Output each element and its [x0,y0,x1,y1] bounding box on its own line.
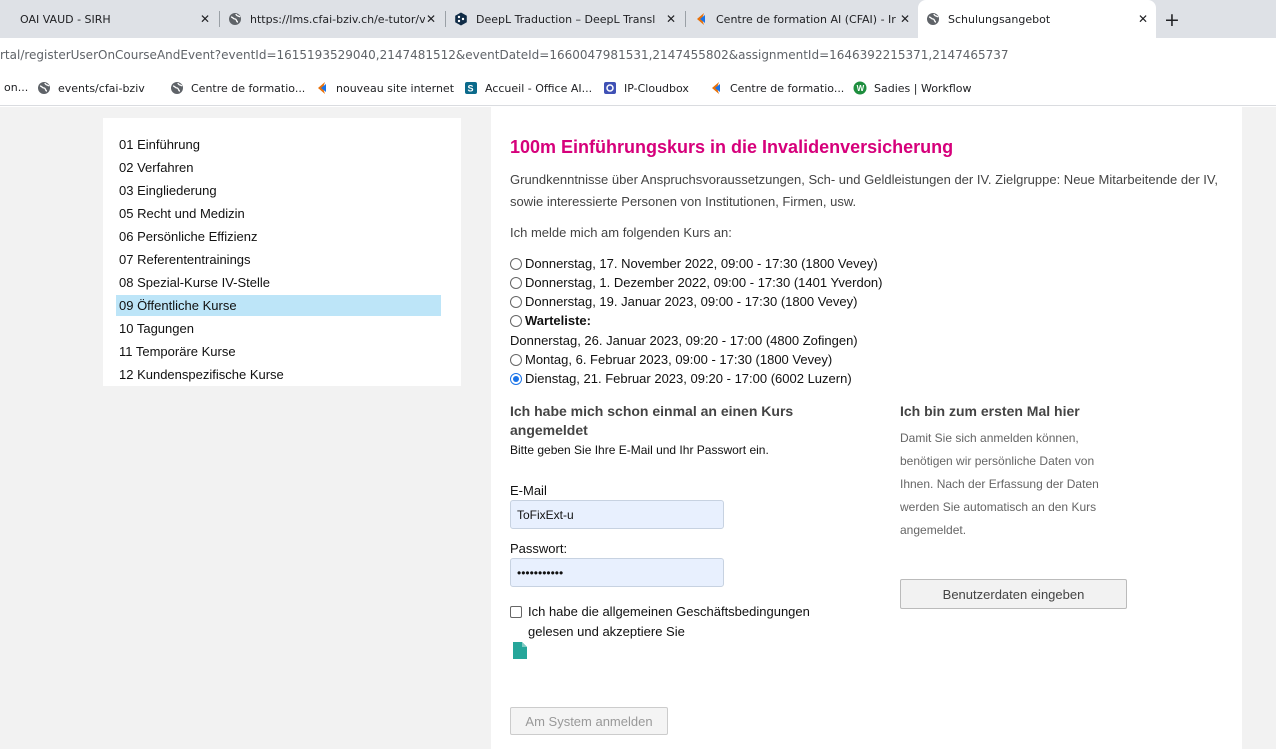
sharepoint-icon: S [465,82,477,94]
browser-tab-bar: OAI VAUD - SIRH ✕ https://lms.cfai-bziv.… [0,0,1276,38]
enter-user-data-button[interactable]: Benutzerdaten eingeben [900,579,1127,609]
close-icon[interactable]: ✕ [200,12,210,26]
bookmark-item[interactable]: Centre de formatio... [170,81,305,95]
cfai-logo-icon [697,13,705,25]
date-option-label: Donnerstag, 19. Januar 2023, 09:00 - 17:… [525,294,858,309]
address-bar[interactable]: rtal/registerUserOnCourseAndEvent?eventI… [0,38,1276,72]
login-instructions: Bitte geben Sie Ihre E-Mail und Ihr Pass… [510,443,769,457]
sidebar-item[interactable]: 06 Persönliche Effizienz [116,226,441,247]
date-option-label: Montag, 6. Februar 2023, 09:00 - 17:30 (… [525,352,833,367]
sidebar-item[interactable]: 08 Spezial-Kurse IV-Stelle [116,272,441,293]
new-tab-button[interactable]: + [1164,9,1180,31]
svg-text:S: S [468,84,474,94]
tab-title: https://lms.cfai-bziv.ch/e-tutor/v [250,12,425,26]
sidebar-item[interactable]: 11 Temporäre Kurse [116,341,441,362]
bookmark-item[interactable]: on... [4,81,28,94]
close-icon[interactable]: ✕ [426,12,436,26]
bookmark-item[interactable]: nouveau site internet [315,81,454,95]
radio-button[interactable] [510,295,522,308]
tab-title: DeepL Traduction – DeepL Transl [476,12,656,26]
bookmark-label: Sadies | Workflow [874,81,972,95]
svg-text:W: W [857,84,865,93]
close-icon[interactable]: ✕ [1138,12,1148,26]
sidebar-item[interactable]: 01 Einführung [116,134,441,155]
sidebar-item[interactable]: 03 Eingliederung [116,180,441,201]
password-field[interactable] [510,558,724,587]
radio-button[interactable] [510,353,522,366]
date-option[interactable]: Donnerstag, 17. November 2022, 09:00 - 1… [510,256,878,271]
tab-deepl[interactable]: DeepL Traduction – DeepL Transl ✕ [446,0,684,38]
sidebar-item[interactable]: 02 Verfahren [116,157,441,178]
bookmark-item[interactable]: S Accueil - Office AI... [464,81,592,95]
terms-checkbox[interactable] [510,606,522,618]
cfai-logo-icon [318,82,326,94]
date-option-label: Donnerstag, 1. Dezember 2022, 09:00 - 17… [525,275,883,290]
category-sidebar: 01 Einführung 02 Verfahren 03 Einglieder… [103,118,461,386]
register-heading: Ich bin zum ersten Mal hier [900,403,1080,419]
radio-button-checked[interactable] [510,372,522,385]
cfai-logo-icon [712,82,720,94]
password-label: Passwort: [510,541,568,556]
globe-icon [38,82,50,94]
course-title: 100m Einführungskurs in die Invalidenver… [510,137,954,157]
tab-title: Schulungsangebot [948,12,1051,26]
page-background: 01 Einführung 02 Verfahren 03 Einglieder… [0,107,1276,749]
date-option[interactable]: Donnerstag, 1. Dezember 2022, 09:00 - 17… [510,275,883,290]
bookmark-label: Centre de formatio... [730,81,845,95]
url-text[interactable]: rtal/registerUserOnCourseAndEvent?eventI… [0,48,1009,62]
waitlist-label: Warteliste: [525,313,591,328]
close-icon[interactable]: ✕ [900,12,910,26]
course-panel: 100m Einführungskurs in die Invalidenver… [491,107,1242,749]
sadies-icon: W [853,81,867,95]
bookmark-label: IP-Cloudbox [624,81,689,95]
bookmark-item[interactable]: IP-Cloudbox [603,81,689,95]
bookmark-item[interactable]: events/cfai-bziv [37,81,145,95]
login-submit-button[interactable]: Am System anmelden [510,707,668,735]
cloudbox-icon [604,82,616,94]
date-option-label: Donnerstag, 17. November 2022, 09:00 - 1… [525,256,878,271]
tab-cfai[interactable]: Centre de formation AI (CFAI) - Ir ✕ [686,0,918,38]
radio-button[interactable] [510,276,522,289]
date-option[interactable]: Montag, 6. Februar 2023, 09:00 - 17:30 (… [510,352,832,367]
sidebar-item-selected[interactable]: 09 Öffentliche Kurse [116,295,441,316]
email-label: E-Mail [510,483,547,498]
bookmark-label: events/cfai-bziv [58,81,145,95]
bookmark-label: Centre de formatio... [191,81,306,95]
globe-icon [927,13,939,25]
tab-title: Centre de formation AI (CFAI) - Ir [716,12,896,26]
sidebar-item[interactable]: 10 Tagungen [116,318,441,339]
date-option[interactable]: Donnerstag, 19. Januar 2023, 09:00 - 17:… [510,294,857,309]
email-field[interactable] [510,500,724,529]
waitlist-option[interactable]: Warteliste: [510,313,591,328]
document-icon[interactable] [513,642,527,659]
date-option-selected[interactable]: Dienstag, 21. Februar 2023, 09:20 - 17:0… [510,371,852,386]
sidebar-item[interactable]: 05 Recht und Medizin [116,203,441,224]
bookmark-label: nouveau site internet [336,81,455,95]
register-text: Damit Sie sich anmelden können, benötige… [900,431,1099,537]
close-icon[interactable]: ✕ [666,12,676,26]
globe-icon [171,82,183,94]
bookmark-label: on... [4,81,29,94]
date-option-label: Dienstag, 21. Februar 2023, 09:20 - 17:0… [525,371,852,386]
deepl-icon [455,12,467,26]
bookmark-label: Accueil - Office AI... [485,81,593,95]
terms-label: Ich habe die allgemeinen Geschäftsbeding… [528,604,810,639]
login-heading: Ich habe mich schon einmal an einen Kurs… [510,403,794,438]
tab-schulungsangebot[interactable]: Schulungsangebot ✕ [918,0,1156,38]
bookmarks-bar: on... events/cfai-bziv Centre de formati… [0,72,1276,106]
bookmark-item[interactable]: Centre de formatio... [709,81,844,95]
course-description: Grundkenntnisse über Anspruchsvoraussetz… [510,172,1218,209]
bookmark-item[interactable]: W Sadies | Workflow [853,81,971,95]
radio-button[interactable] [510,314,522,327]
tab-title: OAI VAUD - SIRH [20,12,111,26]
tab-lms[interactable]: https://lms.cfai-bziv.ch/e-tutor/v ✕ [220,0,444,38]
waitlist-date: Donnerstag, 26. Januar 2023, 09:20 - 17:… [510,333,858,348]
sidebar-item[interactable]: 12 Kundenspezifische Kurse [116,364,441,385]
course-intro: Ich melde mich am folgenden Kurs an: [510,225,732,240]
sidebar-item[interactable]: 07 Referententrainings [116,249,441,270]
radio-button[interactable] [510,257,522,270]
globe-icon [229,13,241,25]
tab-oai-vaud[interactable]: OAI VAUD - SIRH ✕ [0,0,218,38]
